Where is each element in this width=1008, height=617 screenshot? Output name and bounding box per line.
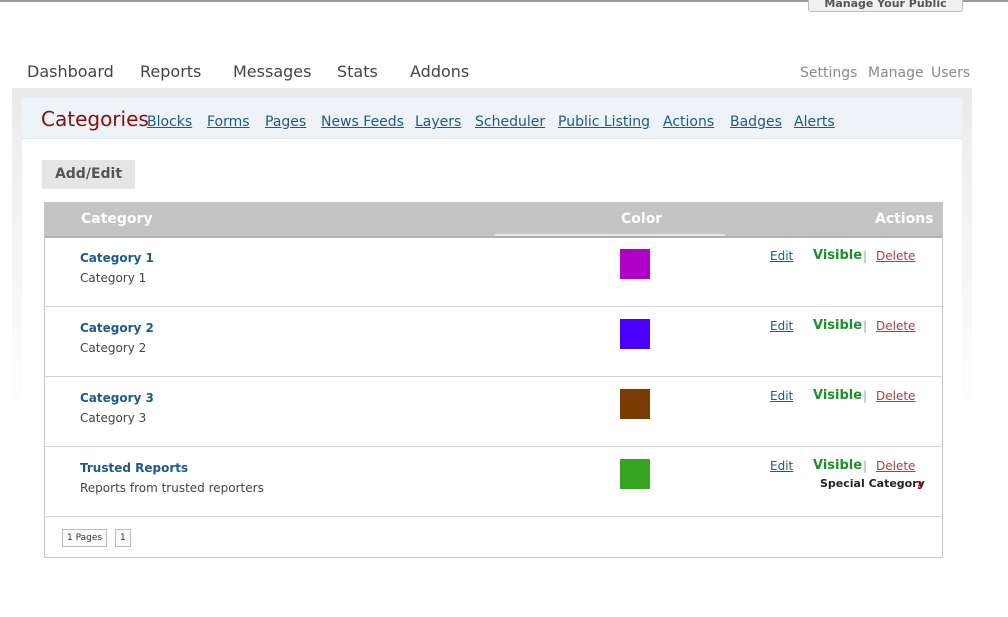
- header-color: Color: [621, 211, 663, 227]
- page-title: Categories: [41, 107, 149, 131]
- tab-add-edit[interactable]: Add/Edit: [42, 160, 135, 189]
- color-swatch: [620, 249, 650, 279]
- color-swatch: [620, 459, 650, 489]
- manage-public-listing-button[interactable]: Manage Your Public Listing: [808, 0, 963, 12]
- nav-settings[interactable]: Settings: [800, 65, 857, 81]
- action-separator: |: [863, 319, 868, 333]
- header-divider: [495, 234, 725, 236]
- subnav-blocks[interactable]: Blocks: [147, 114, 192, 130]
- edit-link[interactable]: Edit: [770, 459, 793, 473]
- visible-toggle[interactable]: Visible: [813, 248, 862, 263]
- header-category: Category: [81, 211, 153, 227]
- category-description: Reports from trusted reporters: [80, 481, 264, 495]
- color-swatch: [620, 319, 650, 349]
- delete-link[interactable]: Delete: [876, 459, 915, 473]
- nav-dashboard[interactable]: Dashboard: [27, 62, 114, 81]
- visible-toggle[interactable]: Visible: [813, 458, 862, 473]
- edit-link[interactable]: Edit: [770, 389, 793, 403]
- header-actions: Actions: [875, 211, 934, 227]
- subnav-alerts[interactable]: Alerts: [794, 114, 835, 130]
- subnav-forms[interactable]: Forms: [207, 114, 250, 130]
- page-1-button[interactable]: 1: [115, 529, 131, 547]
- subnav-pages[interactable]: Pages: [265, 114, 306, 130]
- action-separator: |: [863, 249, 868, 263]
- table-row: Trusted Reports Reports from trusted rep…: [45, 447, 942, 517]
- table-header: Category Color Actions: [45, 203, 942, 238]
- visible-toggle[interactable]: Visible: [813, 388, 862, 403]
- edit-link[interactable]: Edit: [770, 249, 793, 263]
- nav-stats[interactable]: Stats: [337, 62, 378, 81]
- category-description: Category 3: [80, 411, 147, 425]
- nav-messages[interactable]: Messages: [233, 62, 311, 81]
- subnav-actions[interactable]: Actions: [663, 114, 714, 130]
- categories-table: Category Color Actions Category 1 Catego…: [44, 202, 943, 558]
- nav-addons[interactable]: Addons: [410, 62, 469, 81]
- delete-link[interactable]: Delete: [876, 249, 915, 263]
- subnav-news-feeds[interactable]: News Feeds: [321, 114, 404, 130]
- category-description: Category 2: [80, 341, 147, 355]
- page-count: 1 Pages: [62, 529, 108, 547]
- visible-toggle[interactable]: Visible: [813, 318, 862, 333]
- delete-link[interactable]: Delete: [876, 389, 915, 403]
- sub-nav: Categories Blocks Forms Pages News Feeds…: [22, 98, 962, 139]
- delete-link[interactable]: Delete: [876, 319, 915, 333]
- category-name-link[interactable]: Category 2: [80, 321, 154, 335]
- category-description: Category 1: [80, 271, 147, 285]
- category-name-link[interactable]: Category 1: [80, 251, 154, 265]
- table-row: Category 1 Category 1 Edit Visible | Del…: [45, 237, 942, 307]
- help-icon[interactable]: ?: [916, 479, 922, 492]
- special-category-label: Special Category: [820, 477, 925, 490]
- action-separator: |: [863, 389, 868, 403]
- table-row: Category 3 Category 3 Edit Visible | Del…: [45, 377, 942, 447]
- nav-users[interactable]: Users: [931, 65, 970, 81]
- subnav-public-listing[interactable]: Public Listing: [558, 114, 650, 130]
- subnav-badges[interactable]: Badges: [730, 114, 782, 130]
- nav-reports[interactable]: Reports: [140, 62, 201, 81]
- color-swatch: [620, 389, 650, 419]
- edit-link[interactable]: Edit: [770, 319, 793, 333]
- table-row: Category 2 Category 2 Edit Visible | Del…: [45, 307, 942, 377]
- action-separator: |: [863, 459, 868, 473]
- subnav-scheduler[interactable]: Scheduler: [475, 114, 545, 130]
- category-name-link[interactable]: Trusted Reports: [80, 461, 188, 475]
- category-name-link[interactable]: Category 3: [80, 391, 154, 405]
- nav-manage[interactable]: Manage: [868, 65, 924, 81]
- subnav-layers[interactable]: Layers: [415, 114, 461, 130]
